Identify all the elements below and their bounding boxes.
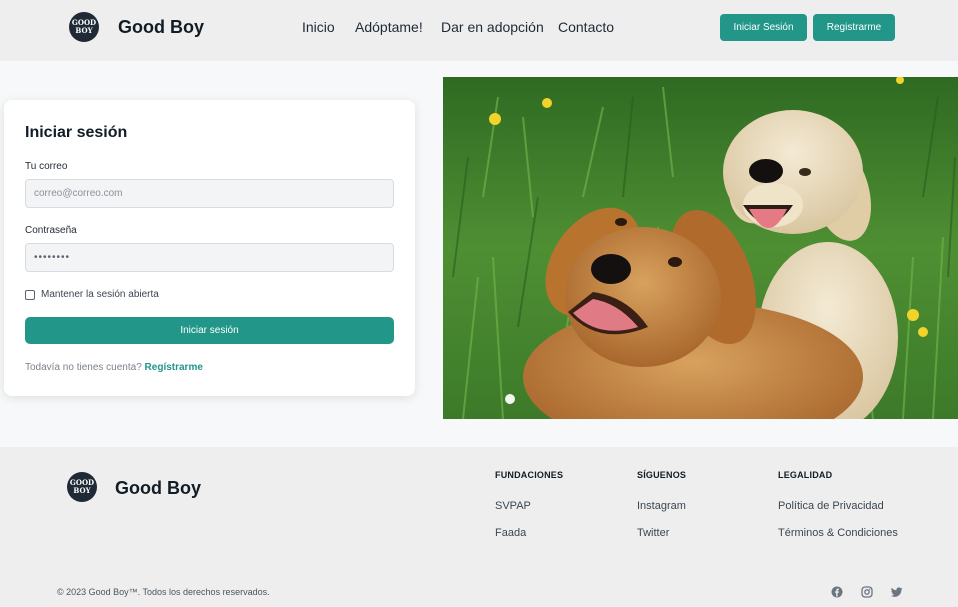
footer-link-terminos[interactable]: Términos & Condiciones <box>778 527 898 539</box>
twitter-icon[interactable] <box>891 586 903 598</box>
login-title: Iniciar sesión <box>25 124 128 141</box>
email-field[interactable] <box>25 179 394 208</box>
facebook-icon[interactable] <box>831 586 843 598</box>
footer-link-twitter[interactable]: Twitter <box>637 527 669 539</box>
instagram-icon[interactable] <box>861 586 873 598</box>
footer-logo-icon[interactable]: GOOD BOY <box>67 472 97 502</box>
header-login-button[interactable]: Iniciar Sesión <box>720 14 807 41</box>
footer-col-siguenos-title: SÍGUENOS <box>637 470 687 480</box>
nav-adoptame[interactable]: Adóptame! <box>355 19 423 35</box>
footer-col-fundaciones-title: FUNDACIONES <box>495 470 564 480</box>
footer-link-privacidad[interactable]: Política de Privacidad <box>778 500 884 512</box>
remember-session[interactable]: Mantener la sesión abierta <box>25 289 159 300</box>
nav-contacto[interactable]: Contacto <box>558 19 614 35</box>
brand-name[interactable]: Good Boy <box>118 17 204 38</box>
footer-logo-text-line2: BOY <box>73 486 91 495</box>
login-submit-button[interactable]: Iniciar sesión <box>25 317 394 344</box>
signup-link[interactable]: Regístrarme <box>145 362 203 373</box>
footer-link-svpap[interactable]: SVPAP <box>495 500 531 512</box>
no-account-text: Todavía no tienes cuenta? <box>25 362 142 373</box>
remember-label: Mantener la sesión abierta <box>41 289 159 300</box>
logo-icon[interactable]: GOOD BOY <box>69 12 99 42</box>
copyright-text: © 2023 Good Boy™. Todos los derechos res… <box>57 587 270 597</box>
dogs-photo <box>443 77 958 419</box>
nav-dar-en-adopcion[interactable]: Dar en adopción <box>441 19 544 35</box>
login-card: Iniciar sesión Tu correo Contraseña ••••… <box>4 100 415 396</box>
password-label: Contraseña <box>25 225 77 236</box>
footer-brand-name[interactable]: Good Boy <box>115 478 201 499</box>
header-register-button[interactable]: Registrarme <box>813 14 895 41</box>
remember-checkbox[interactable] <box>25 289 35 300</box>
footer-col-legalidad-title: LEGALIDAD <box>778 470 833 480</box>
site-header: GOOD BOY Good Boy Inicio Adóptame! Dar e… <box>0 0 958 61</box>
nav-inicio[interactable]: Inicio <box>302 19 335 35</box>
logo-text-line2: BOY <box>75 26 93 35</box>
footer-link-faada[interactable]: Faada <box>495 527 526 539</box>
signup-prompt: Todavía no tienes cuenta? Regístrarme <box>25 362 203 373</box>
password-field[interactable]: •••••••• <box>25 243 394 272</box>
site-footer: GOOD BOY Good Boy FUNDACIONES SVPAP Faad… <box>0 447 958 607</box>
footer-link-instagram[interactable]: Instagram <box>637 500 686 512</box>
email-label: Tu correo <box>25 161 68 172</box>
